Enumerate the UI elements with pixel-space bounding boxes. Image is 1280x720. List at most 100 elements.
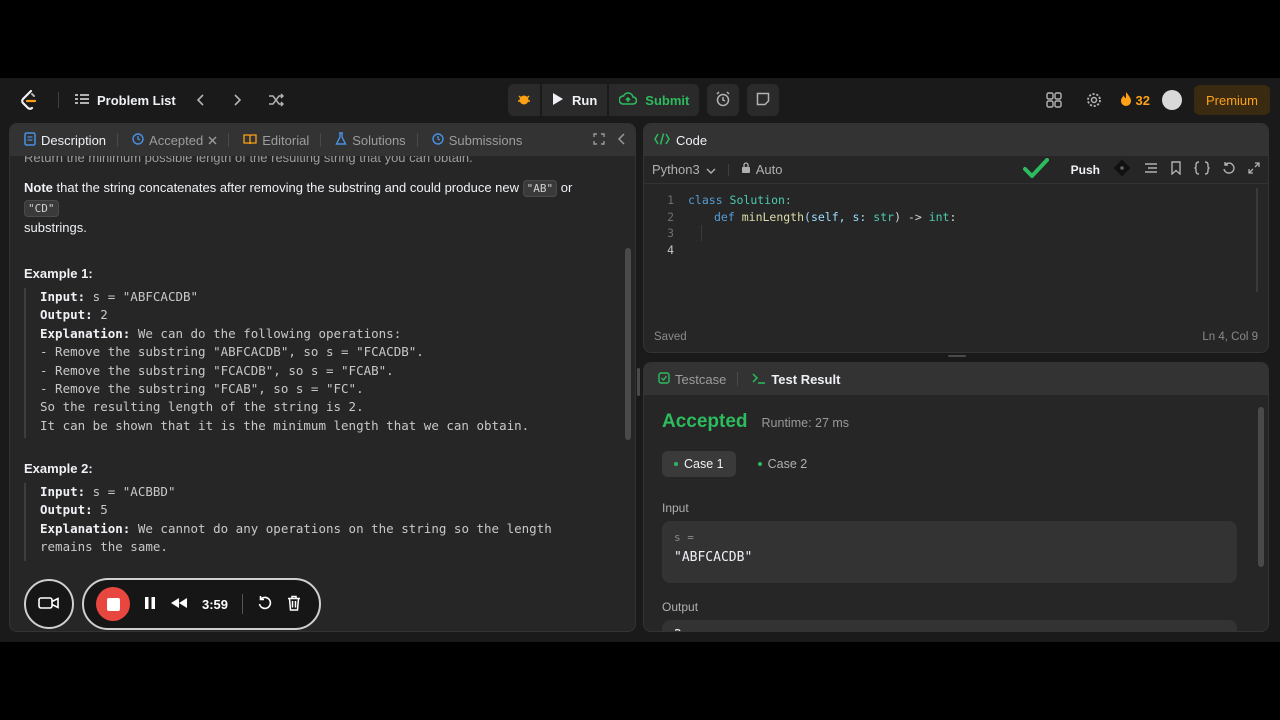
cursor-position: Ln 4, Col 9 — [1202, 331, 1258, 343]
tab-testcase[interactable]: Testcase — [654, 372, 742, 387]
type-int: int — [928, 209, 950, 224]
divider — [242, 594, 244, 614]
pass-dot — [757, 462, 762, 466]
line-number: 2 — [667, 209, 674, 224]
flame-icon — [1120, 91, 1132, 110]
note-or: or — [557, 180, 573, 195]
tab-solutions-label: Solutions — [352, 132, 406, 148]
format-lines-icon[interactable] — [1144, 162, 1158, 177]
code-editor[interactable]: 1 2 3 4 class Solution: def minLength(se… — [644, 184, 1268, 322]
scrollbar-thumb[interactable] — [1258, 407, 1264, 567]
tab-submissions[interactable]: Submissions — [428, 133, 527, 148]
prev-problem-chevron-left-icon[interactable] — [186, 86, 214, 114]
test-result-panel: Testcase Test Result Accepted Runtime: 2… — [643, 362, 1269, 632]
example-2-output: 5 — [92, 502, 108, 518]
tab-test-result[interactable]: Test Result — [748, 372, 844, 387]
note-end: substrings. — [24, 220, 87, 235]
case-2-label: Case 2 — [767, 457, 808, 471]
scrollbar-thumb[interactable] — [625, 248, 631, 440]
example-1-input: s = "ABFCACDB" — [85, 289, 199, 304]
collapse-chevron-left-icon[interactable] — [617, 132, 625, 148]
class-name: Solution: — [722, 193, 792, 207]
restart-icon[interactable] — [257, 595, 273, 614]
example-2-block: Input: s = "ACBBD" Output: 5 Explanation… — [24, 483, 614, 561]
colon: : — [949, 209, 957, 224]
example-1-line: So the resulting length of the string is… — [40, 399, 364, 415]
lock-icon — [741, 162, 751, 177]
example-1-input-label: Input: — [40, 289, 86, 304]
example-2-explanation-cont: remains the same. — [40, 539, 168, 555]
premium-button[interactable]: Premium — [1193, 85, 1270, 115]
run-button[interactable]: Run — [542, 84, 608, 116]
reset-icon[interactable] — [1222, 161, 1236, 178]
debug-button[interactable] — [508, 84, 540, 116]
cloud-upload-icon — [618, 91, 638, 109]
git-icon[interactable] — [1112, 158, 1132, 181]
line-number: 3 — [667, 226, 674, 240]
bug-icon — [516, 91, 532, 110]
code-actions: Push — [1022, 158, 1260, 181]
keyword-class: class — [688, 193, 723, 207]
description-scrollbar[interactable] — [623, 160, 631, 597]
tab-editorial[interactable]: Editorial — [239, 133, 325, 148]
code-line-2: def minLength(self, s: str) -> int: — [714, 209, 956, 226]
tab-solutions[interactable]: Solutions — [331, 131, 421, 149]
tab-description-label: Description — [41, 132, 107, 148]
tab-accepted[interactable]: Accepted — [128, 133, 233, 148]
case-1-tab[interactable]: Case 1 — [662, 451, 736, 477]
shuffle-icon[interactable] — [262, 86, 290, 114]
push-button[interactable]: Push — [1071, 163, 1100, 177]
flask-icon — [335, 131, 347, 149]
leetcode-logo-icon[interactable] — [16, 87, 42, 113]
panel-resize-handle[interactable] — [637, 368, 640, 396]
line-number: 1 — [667, 193, 674, 207]
problem-list-button[interactable]: Problem List — [75, 93, 176, 108]
divider — [58, 92, 59, 108]
line-number: 4 — [667, 242, 674, 257]
type-str: str — [873, 209, 895, 224]
bookmark-icon[interactable] — [1170, 161, 1182, 178]
timer-button[interactable] — [707, 84, 740, 116]
trash-icon[interactable] — [287, 595, 301, 614]
checkmark-icon — [1022, 158, 1049, 181]
next-problem-chevron-right-icon[interactable] — [224, 86, 252, 114]
notes-button[interactable] — [747, 84, 780, 116]
tab-accepted-label: Accepted — [149, 132, 204, 148]
saved-status: Saved — [654, 331, 687, 343]
input-label: Input — [662, 501, 689, 515]
layout-grid-icon[interactable] — [1040, 86, 1068, 114]
stop-recording-button[interactable] — [96, 587, 130, 621]
function-name: minLength — [741, 209, 805, 224]
tab-divider — [416, 133, 418, 147]
tab-description[interactable]: Description — [20, 131, 122, 149]
fullscreen-icon[interactable] — [1248, 162, 1260, 177]
maximize-icon[interactable] — [593, 132, 605, 148]
problem-list-label: Problem List — [97, 92, 176, 108]
avatar[interactable] — [1161, 90, 1182, 110]
braces-icon[interactable] — [1194, 161, 1210, 178]
gear-icon[interactable] — [1080, 86, 1108, 114]
result-scrollbar[interactable] — [1256, 397, 1266, 629]
arrow: ) -> — [894, 209, 929, 224]
close-icon[interactable] — [208, 133, 217, 148]
pause-icon[interactable] — [144, 596, 156, 613]
example-2-title: Example 2: — [24, 461, 93, 476]
case-2-tab[interactable]: Case 2 — [746, 451, 820, 477]
note-icon — [756, 92, 770, 109]
description-panel: Description Accepted Editorial Solutions — [9, 123, 636, 632]
rewind-icon[interactable] — [170, 597, 188, 612]
output-label: Output — [662, 600, 699, 614]
submit-button[interactable]: Submit — [609, 84, 700, 116]
streak-counter[interactable]: 32 — [1120, 91, 1150, 110]
pass-dot — [674, 462, 678, 466]
code-scrollbar[interactable] — [1256, 188, 1258, 292]
submit-label: Submit — [645, 92, 690, 108]
tab-test-result-label: Test Result — [771, 371, 841, 387]
alarm-clock-icon — [715, 90, 731, 110]
camera-toggle-button[interactable] — [24, 579, 74, 629]
recording-timer: 3:59 — [202, 596, 229, 612]
resize-handle[interactable] — [948, 355, 966, 357]
output-value-box: 2 — [662, 620, 1237, 631]
language-select[interactable]: Python3 — [652, 162, 716, 177]
auto-mode-toggle[interactable]: Auto — [741, 162, 782, 177]
